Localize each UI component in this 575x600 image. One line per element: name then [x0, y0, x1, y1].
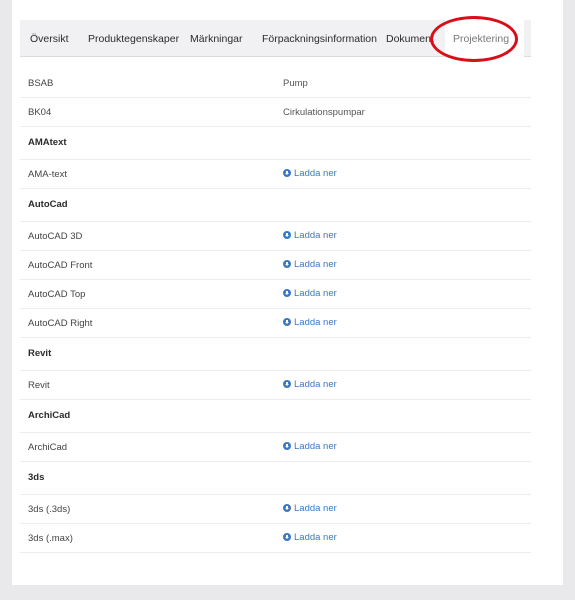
- section-heading-archicad: ArchiCad: [20, 400, 531, 433]
- row-label: ArchiCad: [28, 442, 68, 453]
- download-link[interactable]: Ladda ner: [283, 259, 337, 270]
- download-link-label: Ladda ner: [294, 230, 337, 241]
- table-row-ama-text: AMA-text Ladda ner: [20, 160, 531, 189]
- row-label: AutoCAD 3D: [28, 231, 83, 242]
- tab-bar: Översikt Produktegenskaper Märkningar Fö…: [20, 20, 531, 57]
- tab-label: Produktegenskaper: [88, 33, 180, 45]
- table-row-autocad-3d: AutoCAD 3D Ladda ner: [20, 222, 531, 251]
- section-heading-amatext: AMAtext: [20, 127, 531, 160]
- download-link-label: Ladda ner: [294, 441, 337, 452]
- table-row-bsab: BSAB Pump: [20, 69, 531, 98]
- download-link-label: Ladda ner: [294, 259, 337, 270]
- download-link-label: Ladda ner: [294, 288, 337, 299]
- tab-produktegenskaper[interactable]: Produktegenskaper: [80, 20, 183, 57]
- table-row-3ds-max: 3ds (.max) Ladda ner: [20, 524, 531, 553]
- download-link[interactable]: Ladda ner: [283, 230, 337, 241]
- tab-label: Märkningar: [190, 33, 243, 45]
- download-circle-icon: [283, 289, 291, 297]
- row-label: AutoCAD Front: [28, 260, 93, 271]
- download-circle-icon: [283, 380, 291, 388]
- section-heading-revit: Revit: [20, 338, 531, 371]
- tab-forpackningsinformation[interactable]: Förpackningsinformation: [255, 20, 377, 57]
- download-circle-icon: [283, 442, 291, 450]
- download-link[interactable]: Ladda ner: [283, 168, 337, 179]
- download-link[interactable]: Ladda ner: [283, 441, 337, 452]
- download-circle-icon: [283, 533, 291, 541]
- download-link-label: Ladda ner: [294, 532, 337, 543]
- row-label: BK04: [28, 107, 52, 118]
- table-row-autocad-right: AutoCAD Right Ladda ner: [20, 309, 531, 338]
- download-link-label: Ladda ner: [294, 168, 337, 179]
- row-label: Revit: [28, 380, 50, 391]
- download-circle-icon: [283, 169, 291, 177]
- table-row-autocad-front: AutoCAD Front Ladda ner: [20, 251, 531, 280]
- table-row-autocad-top: AutoCAD Top Ladda ner: [20, 280, 531, 309]
- row-value: Pump: [283, 78, 308, 89]
- download-circle-icon: [283, 318, 291, 326]
- download-link-label: Ladda ner: [294, 317, 337, 328]
- table-row-3ds-3ds: 3ds (.3ds) Ladda ner: [20, 495, 531, 524]
- download-circle-icon: [283, 504, 291, 512]
- download-link[interactable]: Ladda ner: [283, 317, 337, 328]
- tab-label: Förpackningsinformation: [262, 33, 377, 45]
- tab-label: Projektering: [453, 33, 510, 45]
- download-link[interactable]: Ladda ner: [283, 532, 337, 543]
- tab-label: Dokument: [386, 33, 434, 45]
- table-row-revit: Revit Ladda ner: [20, 371, 531, 400]
- row-label: AutoCAD Top: [28, 289, 86, 300]
- download-link[interactable]: Ladda ner: [283, 379, 337, 390]
- row-label: 3ds (.3ds): [28, 504, 71, 515]
- download-link-label: Ladda ner: [294, 379, 337, 390]
- tab-oversikt[interactable]: Översikt: [20, 20, 80, 57]
- tab-markningar[interactable]: Märkningar: [183, 20, 255, 57]
- section-heading-autocad: AutoCad: [20, 189, 531, 222]
- tab-label: Översikt: [30, 33, 69, 45]
- download-link[interactable]: Ladda ner: [283, 288, 337, 299]
- table-row-bk04: BK04 Cirkulationspumpar: [20, 98, 531, 127]
- section-heading-label: 3ds: [28, 472, 45, 483]
- row-label: AutoCAD Right: [28, 318, 93, 329]
- row-label: BSAB: [28, 78, 54, 89]
- row-label: AMA-text: [28, 169, 68, 180]
- download-circle-icon: [283, 260, 291, 268]
- section-heading-label: Revit: [28, 348, 52, 359]
- section-heading-3ds: 3ds: [20, 462, 531, 495]
- download-circle-icon: [283, 231, 291, 239]
- section-heading-label: AMAtext: [28, 137, 67, 148]
- table-row-archicad: ArchiCad Ladda ner: [20, 433, 531, 462]
- section-heading-label: AutoCad: [28, 199, 68, 210]
- download-link[interactable]: Ladda ner: [283, 503, 337, 514]
- tab-projektering[interactable]: Projektering: [445, 20, 524, 57]
- download-link-label: Ladda ner: [294, 503, 337, 514]
- section-heading-label: ArchiCad: [28, 410, 71, 421]
- row-value: Cirkulationspumpar: [283, 107, 365, 118]
- row-label: 3ds (.max): [28, 533, 73, 544]
- tab-dokument[interactable]: Dokument: [376, 20, 441, 57]
